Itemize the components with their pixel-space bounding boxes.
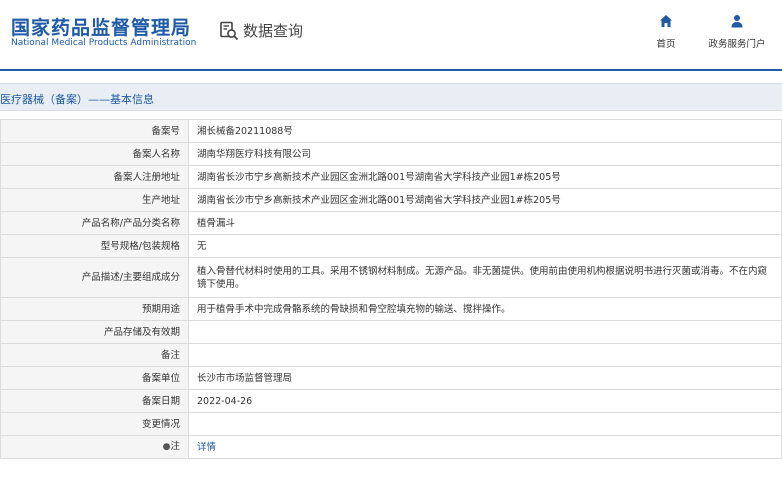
field-value: 湖南华翔医疗科技有限公司 <box>188 142 782 166</box>
nav-service-portal-label: 政务服务门户 <box>708 39 766 50</box>
table-row: 产品描述/主要组成成分 植入骨替代材料时使用的工具。采用不锈钢材料制成。无源产品… <box>0 257 782 298</box>
field-value: 湖南省长沙市宁乡高新技术产业园区金洲北路001号湖南省大学科技产业园1#栋205… <box>188 165 782 189</box>
table-row: 备案单位 长沙市市场监督管理局 <box>0 366 782 390</box>
field-label: 预期用途 <box>0 297 189 321</box>
field-label: 产品描述/主要组成成分 <box>0 257 189 298</box>
field-label: 产品名称/产品分类名称 <box>0 211 189 235</box>
field-value: 详情 <box>188 435 782 459</box>
field-label: 型号规格/包装规格 <box>0 234 189 258</box>
field-value <box>188 320 782 344</box>
field-label: 备案人注册地址 <box>0 165 189 189</box>
field-value: 长沙市市场监督管理局 <box>188 366 782 390</box>
site-header: 国家药品监督管理局 National Medical Products Admi… <box>0 0 782 70</box>
nav-home-link[interactable]: 首页 <box>651 13 681 50</box>
field-value <box>188 412 782 436</box>
details-link[interactable]: 详情 <box>197 442 216 453</box>
field-label: 注 <box>170 441 180 452</box>
record-info-table: 备案号 湘长械备20211088号 备案人名称 湖南华翔医疗科技有限公司 备案人… <box>0 119 782 459</box>
nav-home-label: 首页 <box>656 39 676 50</box>
table-row: 型号规格/包装规格 无 <box>0 234 782 258</box>
table-row: 备案号 湘长械备20211088号 <box>0 119 782 143</box>
table-row: 预期用途 用于植骨手术中完成骨骼系统的骨缺损和骨空腔填充物的输送、搅拌操作。 <box>0 297 782 321</box>
table-row: 产品存储及有效期 <box>0 320 782 344</box>
note-label-cell: ●注 <box>0 435 189 459</box>
brand-title-cn[interactable]: 国家药品监督管理局 <box>11 13 191 40</box>
breadcrumb: 医疗器械（备案）——基本信息 <box>0 83 782 111</box>
field-value: 植骨漏斗 <box>188 211 782 235</box>
field-label: 产品存储及有效期 <box>0 320 189 344</box>
field-label: 备案日期 <box>0 389 189 413</box>
data-query-label: 数据查询 <box>243 22 304 40</box>
field-value: 2022-04-26 <box>188 389 782 413</box>
field-label: 备案号 <box>0 119 189 143</box>
field-value: 湘长械备20211088号 <box>188 119 782 143</box>
field-value: 植入骨替代材料时使用的工具。采用不锈钢材料制成。无源产品。非无菌提供。使用前由使… <box>188 257 782 298</box>
field-value: 湖南省长沙市宁乡高新技术产业园区金洲北路001号湖南省大学科技产业园1#栋205… <box>188 188 782 212</box>
table-row: 备案日期 2022-04-26 <box>0 389 782 413</box>
header-divider <box>0 69 782 71</box>
table-row: 备注 <box>0 343 782 367</box>
field-value <box>188 343 782 367</box>
field-label: 备案人名称 <box>0 142 189 166</box>
home-icon <box>659 13 673 32</box>
brand-title-en[interactable]: National Medical Products Administration <box>11 38 196 48</box>
data-query-title: 数据查询 <box>219 20 303 41</box>
field-value: 用于植骨手术中完成骨骼系统的骨缺损和骨空腔填充物的输送、搅拌操作。 <box>188 297 782 321</box>
user-icon <box>730 13 744 32</box>
field-label: 备注 <box>0 343 189 367</box>
table-row: 变更情况 <box>0 412 782 436</box>
document-search-icon <box>219 21 239 41</box>
table-row: ●注 详情 <box>0 435 782 459</box>
table-row: 备案人名称 湖南华翔医疗科技有限公司 <box>0 142 782 166</box>
field-label: 备案单位 <box>0 366 189 390</box>
breadcrumb-text: 医疗器械（备案）——基本信息 <box>0 93 154 106</box>
field-label: 变更情况 <box>0 412 189 436</box>
table-row: 备案人注册地址 湖南省长沙市宁乡高新技术产业园区金洲北路001号湖南省大学科技产… <box>0 165 782 189</box>
table-row: 生产地址 湖南省长沙市宁乡高新技术产业园区金洲北路001号湖南省大学科技产业园1… <box>0 188 782 212</box>
nav-service-portal-link[interactable]: 政务服务门户 <box>704 13 770 50</box>
field-value: 无 <box>188 234 782 258</box>
field-label: 生产地址 <box>0 188 189 212</box>
table-row: 产品名称/产品分类名称 植骨漏斗 <box>0 211 782 235</box>
